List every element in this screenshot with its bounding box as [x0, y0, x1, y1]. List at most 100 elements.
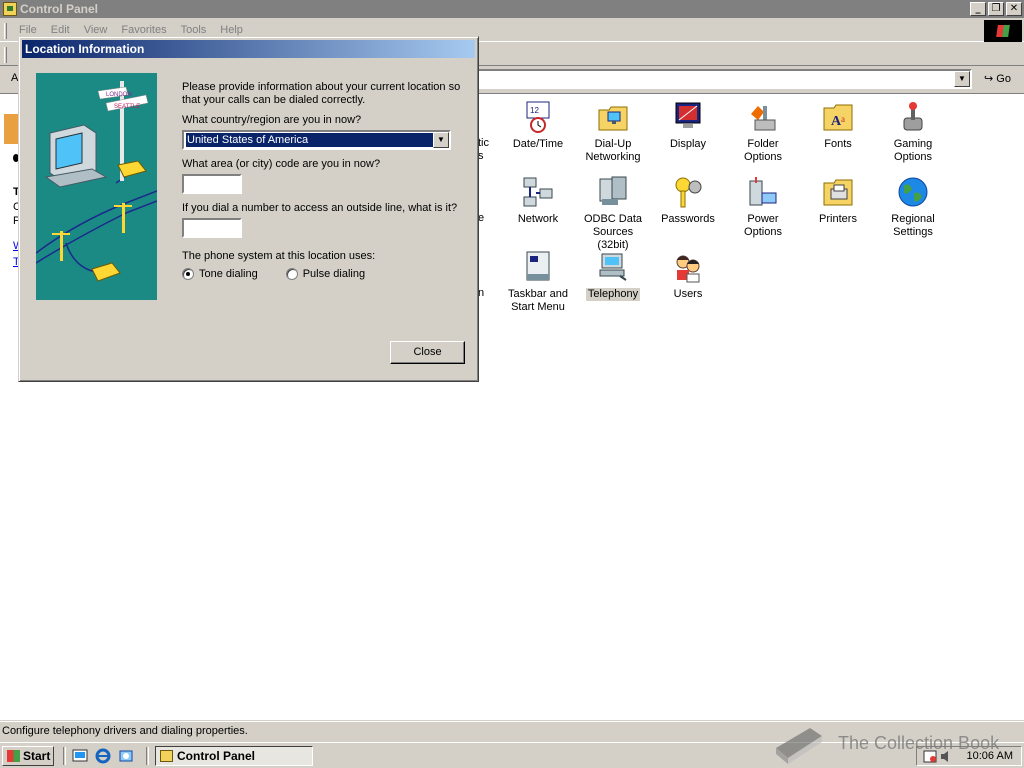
control-panel-app-icon — [3, 2, 17, 16]
address-dropdown-button[interactable]: ▼ — [954, 71, 970, 87]
control-panel-icons: 12 Date/Time Dial-Up Networking Display Fold… — [440, 94, 1000, 324]
location-information-dialog: Location Information LONDON SEATTLE Plea… — [18, 36, 479, 382]
area-code-input[interactable] — [182, 174, 242, 194]
go-button[interactable]: ↪ Go — [980, 70, 1020, 89]
go-label: Go — [996, 73, 1011, 85]
cp-item-power-options[interactable]: Power Options — [725, 175, 801, 239]
dialog-body: Please provide information about your cu… — [182, 81, 472, 280]
menu-view[interactable]: View — [77, 24, 115, 36]
menu-favorites[interactable]: Favorites — [114, 24, 173, 36]
folder-banner-icon — [4, 114, 18, 144]
cp-item-passwords[interactable]: Passwords — [650, 175, 726, 226]
cp-item-folder-options[interactable]: Folder Options — [725, 100, 801, 164]
fonts-icon: Aa — [821, 100, 855, 134]
menu-help[interactable]: Help — [213, 24, 250, 36]
odbc-icon — [596, 175, 630, 209]
svg-text:12: 12 — [530, 106, 539, 115]
dialing-type-group: Tone dialing Pulse dialing — [182, 268, 472, 280]
date-time-icon: 12 — [521, 100, 555, 134]
cp-item-label: ODBC Data Sources (32bit) — [583, 213, 643, 251]
menu-items: File Edit View Favorites Tools Help — [12, 24, 250, 36]
regional-settings-icon — [896, 175, 930, 209]
cp-item-label: Printers — [819, 213, 857, 225]
cp-item-date-time[interactable]: 12 Date/Time — [500, 100, 576, 151]
cp-item-label: Display — [669, 138, 707, 150]
cp-item-label: Fonts — [824, 138, 852, 150]
task-label: Control Panel — [177, 749, 256, 763]
display-icon — [671, 100, 705, 134]
watermark-text: The Collection Book — [838, 733, 1000, 753]
pulse-radio-button[interactable] — [285, 268, 298, 280]
cp-item-taskbar[interactable]: Taskbar and Start Menu — [500, 250, 576, 314]
toolbar-grip[interactable] — [4, 23, 7, 39]
toolbar-grip-2[interactable] — [4, 47, 7, 63]
window-title: Control Panel — [20, 2, 99, 16]
menu-edit[interactable]: Edit — [44, 24, 77, 36]
pulse-dialing-label: Pulse dialing — [302, 268, 366, 280]
taskbar-separator — [63, 747, 66, 765]
control-panel-task-icon — [160, 750, 173, 762]
intro-text: Please provide information about your cu… — [182, 81, 461, 106]
sign-seattle: SEATTLE — [114, 104, 140, 110]
channels-icon[interactable] — [118, 748, 135, 764]
users-icon — [671, 250, 705, 284]
menu-file[interactable]: File — [12, 24, 44, 36]
internet-explorer-icon[interactable] — [95, 748, 112, 764]
folder-options-icon — [746, 100, 780, 134]
gaming-options-icon — [896, 100, 930, 134]
cp-item-users[interactable]: Users — [650, 250, 726, 301]
cp-item-dialup-networking[interactable]: Dial-Up Networking — [575, 100, 651, 164]
cp-item-network[interactable]: Network — [500, 175, 576, 226]
show-desktop-icon[interactable] — [72, 748, 89, 764]
country-selected-value: United States of America — [185, 132, 434, 148]
cp-item-telephony[interactable]: Telephony — [575, 250, 651, 301]
svg-text:a: a — [841, 114, 845, 124]
cp-item-regional-settings[interactable]: Regional Settings — [875, 175, 951, 239]
network-icon — [521, 175, 555, 209]
windows-flag-icon — [7, 750, 20, 762]
web-view-pane: T CP WT — [0, 94, 23, 294]
close-window-button[interactable]: ✕ — [1006, 2, 1022, 16]
cp-item-label: Passwords — [661, 213, 715, 225]
country-select[interactable]: United States of America ▼ — [182, 130, 451, 150]
start-label: Start — [23, 749, 51, 763]
dialog-title[interactable]: Location Information — [22, 40, 475, 58]
taskbar-separator-2 — [146, 747, 149, 765]
taskbar-control-panel-button[interactable]: Control Panel — [155, 746, 313, 766]
area-code-question: What area (or city) code are you in now? — [182, 158, 381, 170]
power-options-icon — [746, 175, 780, 209]
cp-item-label: Gaming Options — [893, 138, 933, 163]
cp-item-label: Users — [673, 288, 703, 300]
tone-radio-button[interactable] — [182, 268, 194, 280]
close-button[interactable]: Close — [390, 341, 465, 364]
outside-line-input[interactable] — [182, 218, 242, 238]
window-title-bar[interactable]: Control Panel _ ❐ ✕ — [0, 0, 1024, 18]
country-question: What country/region are you in now? — [182, 114, 362, 126]
cp-item-printers[interactable]: Printers — [800, 175, 876, 226]
cp-item-gaming-options[interactable]: Gaming Options — [875, 100, 951, 164]
cp-item-label: Date/Time — [512, 138, 564, 150]
outside-line-question: If you dial a number to access an outsid… — [182, 202, 458, 214]
cp-item-label: Regional Settings — [891, 213, 935, 238]
status-text: Configure telephony drivers and dialing … — [2, 725, 248, 737]
chevron-down-icon[interactable]: ▼ — [433, 132, 449, 148]
pulse-dialing-radio[interactable]: Pulse dialing — [285, 268, 366, 280]
taskbar-icon — [521, 250, 555, 284]
start-button[interactable]: Start — [2, 746, 54, 766]
cp-item-display[interactable]: Display — [650, 100, 726, 151]
minimize-button[interactable]: _ — [970, 2, 986, 16]
cp-item-label: Dial-Up Networking — [585, 138, 641, 163]
go-arrow-icon: ↪ — [984, 73, 994, 85]
menu-tools[interactable]: Tools — [174, 24, 214, 36]
cp-item-label: Folder Options — [744, 138, 782, 163]
cp-item-odbc[interactable]: ODBC Data Sources (32bit) — [575, 175, 651, 252]
sign-london: LONDON — [106, 92, 132, 98]
windows-logo-icon — [984, 20, 1022, 42]
telephony-illustration: LONDON SEATTLE — [36, 73, 157, 300]
phone-system-label: The phone system at this location uses: — [182, 250, 376, 262]
tone-dialing-radio[interactable]: Tone dialing — [182, 268, 258, 280]
cp-item-fonts[interactable]: Aa Fonts — [800, 100, 876, 151]
restore-button[interactable]: ❐ — [988, 2, 1004, 16]
cp-item-label: Telephony — [585, 288, 641, 301]
passwords-icon — [671, 175, 705, 209]
